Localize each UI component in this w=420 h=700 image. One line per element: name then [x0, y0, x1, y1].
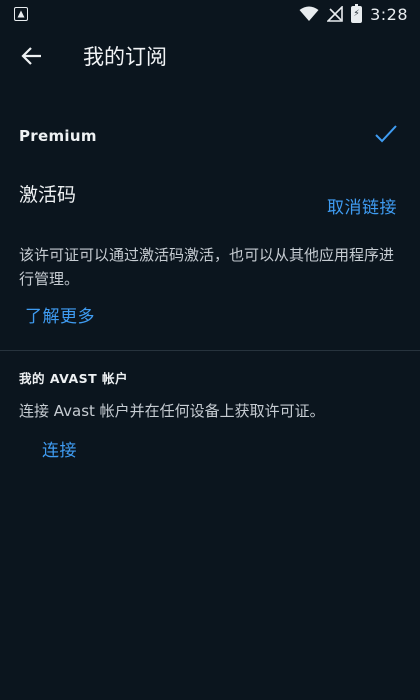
section-divider [0, 350, 420, 351]
plan-name: Premium [19, 127, 97, 145]
status-right: ⚡ 3:28 [299, 3, 408, 24]
activation-description: 该许可证可以通过激活码激活，也可以从其他应用程序进行管理。 [19, 246, 395, 288]
app-bar: 我的订阅 [0, 34, 420, 78]
account-description: 连接 Avast 帐户并在任何设备上获取许可证。 [19, 402, 325, 420]
page-title: 我的订阅 [83, 45, 167, 69]
check-icon [374, 122, 398, 150]
status-time: 3:28 [370, 4, 408, 24]
unlink-button[interactable]: 取消链接 [327, 193, 397, 218]
back-button[interactable] [10, 34, 54, 78]
no-signal-icon [327, 6, 343, 22]
app-notification-icon [14, 7, 28, 21]
premium-row: Premium [19, 122, 398, 150]
battery-charging-icon: ⚡ [351, 3, 363, 23]
wifi-icon [299, 6, 319, 22]
activation-code-title: 激活码 [19, 184, 77, 206]
status-left [14, 7, 28, 21]
status-bar: ⚡ 3:28 [0, 0, 420, 28]
arrow-left-icon [21, 47, 41, 65]
account-heading: 我的 AVAST 帐户 [19, 371, 129, 386]
learn-more-link[interactable]: 了解更多 [25, 302, 95, 327]
connect-account-link[interactable]: 连接 [42, 436, 77, 461]
